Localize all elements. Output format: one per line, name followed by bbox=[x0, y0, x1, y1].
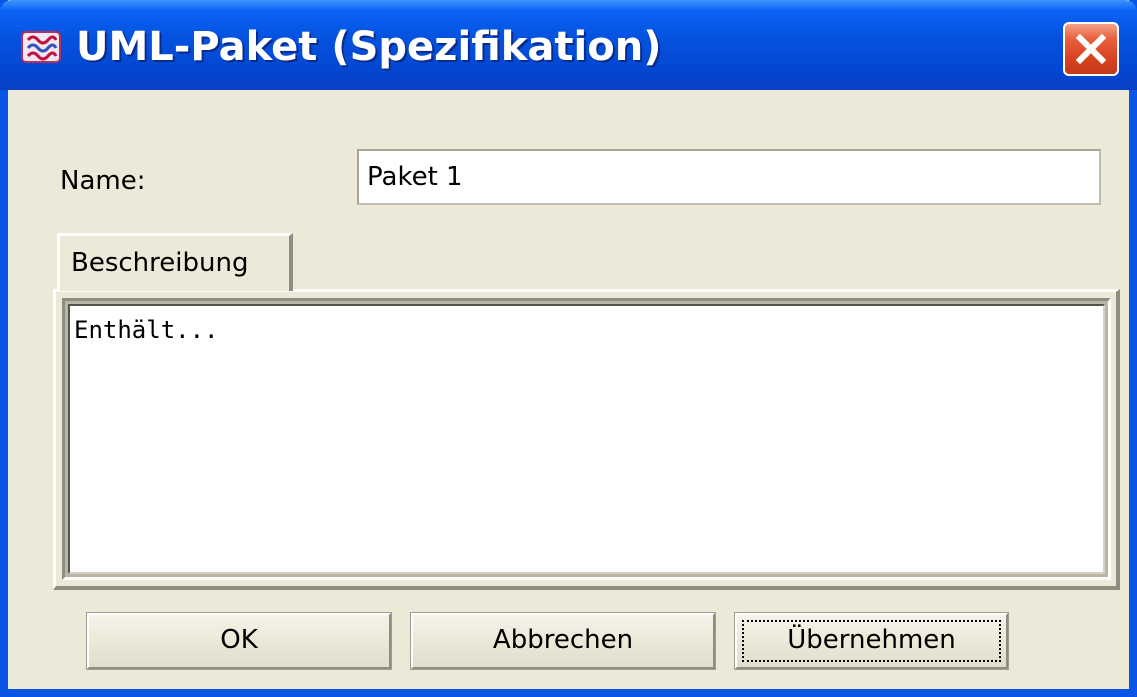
tab-panel-beschreibung: Enthält... bbox=[53, 289, 1120, 590]
title-bar[interactable]: UML-Paket (Spezifikation) bbox=[0, 0, 1137, 90]
name-field[interactable]: Paket 1 bbox=[357, 149, 1101, 205]
window-title: UML-Paket (Spezifikation) bbox=[76, 24, 662, 70]
close-x-icon bbox=[1075, 33, 1107, 65]
uml-app-icon bbox=[20, 30, 62, 66]
ok-button[interactable]: OK bbox=[86, 612, 392, 670]
apply-button[interactable]: Übernehmen bbox=[734, 612, 1009, 670]
description-textarea[interactable]: Enthält... bbox=[68, 304, 1105, 574]
close-button[interactable] bbox=[1063, 22, 1119, 76]
focus-ring bbox=[742, 620, 1001, 662]
dialog-window: UML-Paket (Spezifikation) Name: Paket 1 … bbox=[0, 0, 1137, 697]
name-label: Name: bbox=[60, 166, 146, 196]
tab-beschreibung[interactable]: Beschreibung bbox=[57, 233, 293, 291]
description-frame: Enthält... bbox=[62, 298, 1111, 580]
cancel-button[interactable]: Abbrechen bbox=[410, 612, 716, 670]
